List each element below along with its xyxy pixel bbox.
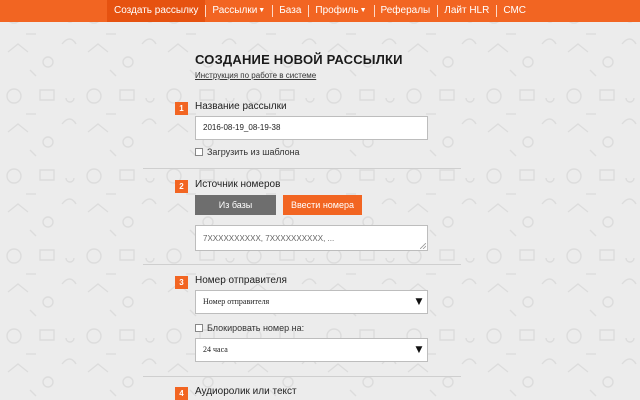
nav-create-mailing[interactable]: Создать рассылку <box>106 0 206 22</box>
nav-profile[interactable]: Профиль▼ <box>308 0 373 22</box>
section-divider <box>143 168 461 169</box>
numbers-placeholder: 7XXXXXXXXXX, 7XXXXXXXXXX, ... <box>203 234 335 243</box>
numbers-textarea[interactable]: 7XXXXXXXXXX, 7XXXXXXXXXX, ... <box>195 225 428 251</box>
triangle-down-icon[interactable]: ▼ <box>411 291 427 313</box>
triangle-down-icon[interactable]: ▼ <box>411 339 427 361</box>
step-3-badge: 3 <box>175 276 188 289</box>
main-content: СОЗДАНИЕ НОВОЙ РАССЫЛКИ Инструкция по ра… <box>0 0 640 400</box>
help-link[interactable]: Инструкция по работе в системе <box>195 71 316 80</box>
mailing-name-input[interactable]: 2016-08-19_08-19-38 <box>195 116 428 140</box>
nav-label: Профиль <box>315 5 359 16</box>
nav-label: Рассылки <box>212 5 258 16</box>
nav-base[interactable]: База <box>272 0 308 22</box>
nav-label: СМС <box>503 5 526 16</box>
block-duration-select[interactable]: 24 часа ▼ <box>195 338 428 362</box>
nav-label: Лайт HLR <box>444 5 490 16</box>
step-1-badge: 1 <box>175 102 188 115</box>
step-4-label: Аудиоролик или текст <box>195 386 297 397</box>
caret-down-icon: ▼ <box>258 7 266 14</box>
load-template-label: Загрузить из шаблона <box>207 147 300 157</box>
load-template-row[interactable]: Загрузить из шаблона <box>195 147 300 157</box>
nav-referrals[interactable]: Рефералы <box>373 0 438 22</box>
top-navigation: Создать рассылку Рассылки▼ База Профиль▼… <box>0 0 640 22</box>
resize-grip-icon[interactable] <box>420 243 426 249</box>
enter-numbers-button[interactable]: Ввести номера <box>283 195 362 215</box>
nav-label: Рефералы <box>380 5 431 16</box>
step-2-badge: 2 <box>175 180 188 193</box>
block-number-row[interactable]: Блокировать номер на: <box>195 323 304 333</box>
from-database-button[interactable]: Из базы <box>195 195 276 215</box>
load-template-checkbox[interactable] <box>195 148 203 156</box>
nav-lite-hlr[interactable]: Лайт HLR <box>437 0 496 22</box>
nav-sms[interactable]: СМС <box>496 0 533 22</box>
block-duration-selected: 24 часа <box>203 345 228 354</box>
nav-label: База <box>279 5 302 16</box>
step-2-label: Источник номеров <box>195 179 281 190</box>
nav-label: Создать рассылку <box>113 5 199 16</box>
section-divider <box>143 376 461 377</box>
sender-number-selected: Номер отправителя <box>203 297 270 306</box>
block-number-label: Блокировать номер на: <box>207 323 305 333</box>
sender-number-select[interactable]: Номер отправителя ▼ <box>195 290 428 314</box>
section-divider <box>143 264 461 265</box>
step-1-label: Название рассылки <box>195 101 287 112</box>
page-title: СОЗДАНИЕ НОВОЙ РАССЫЛКИ <box>195 52 403 67</box>
nav-mailings[interactable]: Рассылки▼ <box>205 0 272 22</box>
block-number-checkbox[interactable] <box>195 324 203 332</box>
step-3-label: Номер отправителя <box>195 275 287 286</box>
caret-down-icon: ▼ <box>359 7 367 14</box>
step-4-badge: 4 <box>175 387 188 400</box>
